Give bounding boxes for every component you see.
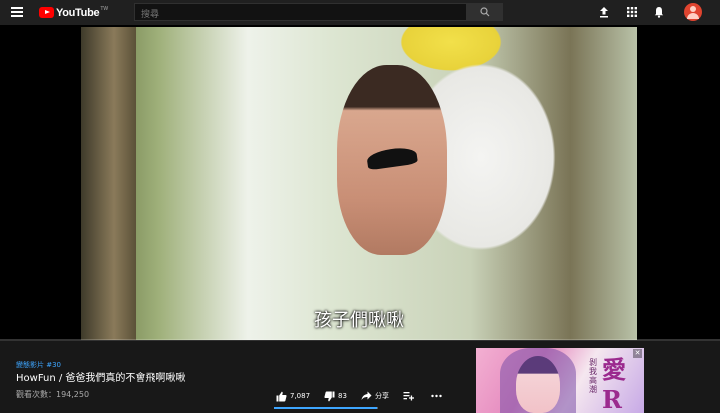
search-button[interactable] (467, 3, 503, 21)
action-bar: 7,087 83 分享 (276, 389, 459, 403)
ad-banner[interactable]: 剝我高潮 愛R ✕ (476, 348, 644, 413)
account-avatar[interactable] (684, 3, 702, 21)
share-icon (361, 391, 372, 400)
close-icon[interactable]: ✕ (633, 349, 642, 358)
video-tree-trunk (81, 27, 136, 340)
youtube-play-icon (39, 7, 54, 18)
apps-icon[interactable] (626, 6, 638, 18)
ad-title: 愛R (602, 355, 626, 413)
menu-icon[interactable] (11, 7, 23, 17)
thumbs-down-icon (324, 391, 335, 401)
ad-character (516, 356, 560, 413)
youtube-logo[interactable]: YouTube TW (39, 6, 108, 19)
share-label: 分享 (374, 392, 389, 400)
video-frame[interactable]: 孩子們啾啾 (81, 27, 637, 340)
like-count: 7,087 (290, 392, 311, 400)
video-subtitle: 孩子們啾啾 (314, 310, 404, 331)
playlist-add-icon (403, 392, 414, 401)
share-button[interactable]: 分享 (361, 391, 389, 401)
top-bar: YouTube TW (0, 0, 720, 25)
dislike-button[interactable]: 83 (324, 391, 347, 402)
like-ratio-fill (274, 407, 377, 409)
logo-text: YouTube (56, 6, 100, 19)
upload-icon[interactable] (598, 6, 610, 18)
progress-bar[interactable] (0, 339, 720, 341)
search-icon (480, 7, 490, 17)
more-actions-button[interactable] (431, 394, 445, 398)
thumbs-up-icon (276, 391, 287, 401)
dislike-count: 83 (338, 392, 347, 400)
ad-vertical-text: 剝我高潮 (589, 358, 597, 394)
more-horizontal-icon (431, 394, 442, 398)
notifications-icon[interactable] (653, 6, 665, 18)
video-player[interactable]: 孩子們啾啾 (0, 25, 720, 341)
like-button[interactable]: 7,087 (276, 391, 310, 402)
search-input[interactable] (135, 7, 461, 23)
like-dislike-bar (274, 407, 378, 409)
view-count: 觀看次數：194,250 (16, 390, 90, 399)
save-to-playlist-button[interactable] (403, 391, 417, 401)
logo-region: TW (100, 6, 109, 12)
video-title: HowFun / 爸爸我們真的不會飛啊啾啾 (16, 373, 186, 384)
search-box (134, 3, 467, 23)
